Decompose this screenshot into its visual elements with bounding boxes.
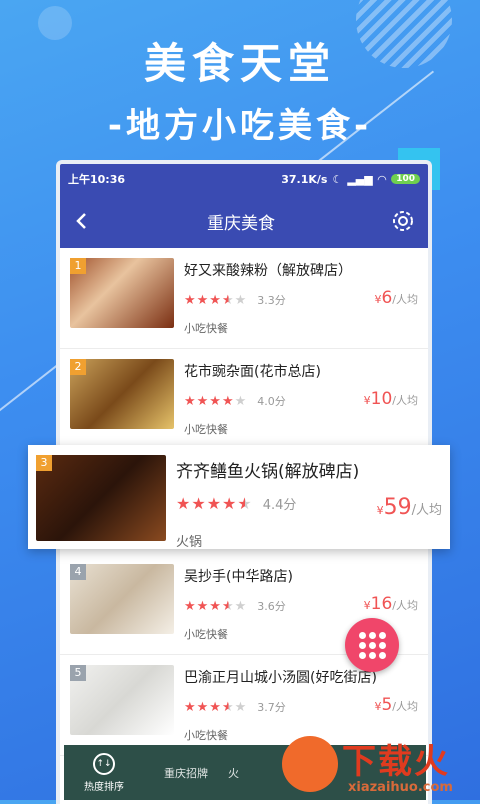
restaurant-info: 花市豌杂面(花市总店) ★★★★★ 4.0分 ¥10/人均 小吃快餐	[184, 359, 418, 439]
watermark: 下载火 xiazaihuo.com	[282, 732, 480, 800]
rating-score: 3.7分	[257, 701, 286, 714]
moon-icon: ☾	[332, 172, 343, 186]
nav-bar: 重庆美食	[60, 194, 428, 248]
rating-stars: ★★★★★	[184, 598, 248, 614]
status-time: 上午10:36	[68, 173, 126, 186]
category-label: 小吃快餐	[184, 322, 228, 335]
food-image: 1	[70, 258, 174, 328]
rating-score: 4.0分	[257, 395, 286, 408]
restaurant-info: 齐齐鳝鱼火锅(解放碑店) ★★★★★ 4.4分 ¥59/人均 火锅	[176, 455, 442, 550]
rating-score: 3.3分	[257, 294, 286, 307]
restaurant-name: 吴抄手(中华路店)	[184, 569, 293, 585]
rating-score: 3.6分	[257, 600, 286, 613]
rank-badge: 5	[70, 665, 86, 681]
page-title: 重庆美食	[207, 213, 275, 234]
rank-badge: 2	[70, 359, 86, 375]
sort-icon: ↑↓	[93, 752, 115, 775]
restaurant-name: 巴渝正月山城小汤圆(好吃街店)	[184, 670, 377, 686]
wifi-icon: ◠	[377, 172, 387, 186]
featured-restaurant[interactable]: 3 齐齐鳝鱼火锅(解放碑店) ★★★★★ 4.4分 ¥59/人均 火锅	[28, 445, 450, 550]
category-label: 小吃快餐	[184, 423, 228, 436]
promo-subtitle: -地方小吃美食-	[107, 106, 373, 146]
food-image: 5	[70, 665, 174, 735]
price: ¥16/人均	[363, 594, 418, 614]
tab-label: 热度排序	[84, 781, 124, 793]
restaurant-name: 齐齐鳝鱼火锅(解放碑店)	[176, 462, 360, 482]
price: ¥6/人均	[374, 288, 418, 308]
food-image: 3	[36, 455, 166, 541]
list-item[interactable]: 2 花市豌杂面(花市总店) ★★★★★ 4.0分 ¥10/人均 小吃快餐	[60, 349, 428, 450]
watermark-text: 下载火	[342, 742, 450, 782]
watermark-url: xiazaihuo.com	[348, 780, 453, 795]
rating-score: 4.4分	[262, 498, 297, 513]
battery-icon: 100	[391, 174, 420, 184]
tab-hotpot[interactable]: 火	[228, 765, 239, 781]
rank-badge: 3	[36, 455, 52, 471]
rating-stars: ★★★★★	[184, 699, 248, 715]
tab-hot-sort[interactable]: ↑↓ 热度排序	[64, 752, 144, 793]
food-image: 4	[70, 564, 174, 634]
network-speed: 37.1K/s	[281, 172, 328, 186]
rank-badge: 1	[70, 258, 86, 274]
rating-stars: ★★★★★	[184, 292, 248, 308]
food-image: 2	[70, 359, 174, 429]
promo-title: 美食天堂	[143, 39, 336, 88]
tab-signature[interactable]: 重庆招牌	[164, 765, 208, 781]
restaurant-info: 好又来酸辣粉（解放碑店） ★★★★★ 3.3分 ¥6/人均 小吃快餐	[184, 258, 418, 338]
category-label: 火锅	[176, 535, 203, 550]
restaurant-name: 花市豌杂面(花市总店)	[184, 364, 321, 380]
menu-fab-button[interactable]	[345, 618, 399, 672]
rating-stars: ★★★★★	[176, 494, 253, 513]
rank-badge: 4	[70, 564, 86, 580]
gear-icon[interactable]	[390, 208, 416, 234]
list-item[interactable]: 1 好又来酸辣粉（解放碑店） ★★★★★ 3.3分 ¥6/人均 小吃快餐	[60, 248, 428, 349]
price: ¥10/人均	[363, 389, 418, 409]
grid-icon	[358, 631, 386, 659]
rating-stars: ★★★★★	[184, 393, 248, 409]
signal-icon: ▂▄▆	[347, 172, 373, 186]
status-bar: 上午10:36 37.1K/s ☾ ▂▄▆ ◠ 100	[60, 164, 428, 194]
price: ¥59/人均	[376, 495, 442, 520]
back-arrow-icon[interactable]	[72, 211, 92, 231]
watermark-logo-icon	[282, 736, 338, 792]
restaurant-name: 好又来酸辣粉（解放碑店）	[184, 263, 352, 279]
price: ¥5/人均	[374, 695, 418, 715]
